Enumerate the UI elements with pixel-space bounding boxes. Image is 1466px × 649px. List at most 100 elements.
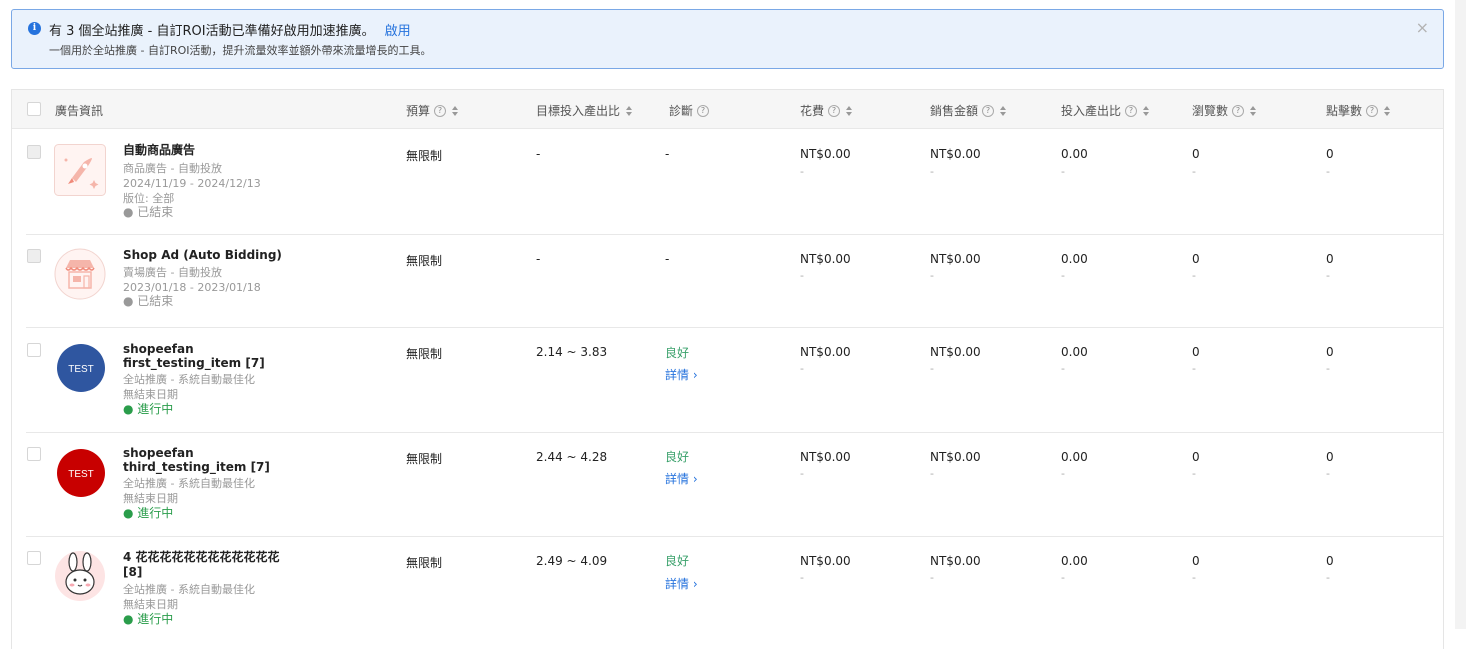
header-spend[interactable]: 花費? xyxy=(800,102,853,119)
clicks-change: - xyxy=(1326,571,1330,584)
header-roas[interactable]: 投入產出比? xyxy=(1061,102,1150,119)
sales-value: NT$0.00 xyxy=(930,554,981,568)
ad-date: 無結束日期 xyxy=(123,492,178,505)
details-link[interactable]: 詳情 › xyxy=(665,366,698,383)
views-value: 0 xyxy=(1192,450,1200,464)
sort-icon[interactable] xyxy=(1143,105,1150,116)
spend-change: - xyxy=(800,362,804,375)
test-thumbnail-label: TEST xyxy=(68,469,94,480)
enable-link[interactable]: 啟用 xyxy=(385,24,411,39)
help-icon[interactable]: ? xyxy=(1232,104,1245,117)
ad-date: 無結束日期 xyxy=(123,598,178,611)
budget-value: 無限制 xyxy=(406,556,443,570)
views-change: - xyxy=(1192,269,1196,282)
help-icon[interactable]: ? xyxy=(828,104,841,117)
help-icon[interactable]: ? xyxy=(982,104,995,117)
ad-type: 賣場廣告 - 自動投放 xyxy=(123,266,222,279)
table-row[interactable]: 自動商品廣告 商品廣告 - 自動投放 2024/11/19 - 2024/12/… xyxy=(26,129,1443,235)
spend-value: NT$0.00 xyxy=(800,450,851,464)
header-sales[interactable]: 銷售金額? xyxy=(930,102,1007,119)
target-roas-value: 2.49 ~ 4.09 xyxy=(536,554,608,568)
clicks-value: 0 xyxy=(1326,147,1334,161)
table-row[interactable]: TEST shopeefan first_testing_item [7] 全站… xyxy=(26,328,1443,433)
roi-promo-banner: i 有 3 個全站推廣 - 自訂ROI活動已準備好啟用加速推廣。 啟用 一個用於全… xyxy=(11,9,1444,69)
roas-change: - xyxy=(1061,362,1065,375)
header-budget[interactable]: 預算? xyxy=(406,102,459,119)
sort-icon[interactable] xyxy=(626,105,633,116)
help-icon[interactable]: ? xyxy=(1366,104,1379,117)
header-clicks[interactable]: 點擊數? xyxy=(1326,102,1391,119)
roas-change: - xyxy=(1061,165,1065,178)
sales-value: NT$0.00 xyxy=(930,252,981,266)
views-change: - xyxy=(1192,571,1196,584)
sort-icon[interactable] xyxy=(1384,105,1391,116)
target-roas-value: - xyxy=(536,147,541,161)
clicks-value: 0 xyxy=(1326,554,1334,568)
header-target-roas[interactable]: 目標投入產出比 xyxy=(536,102,633,119)
spend-change: - xyxy=(800,269,804,282)
banner-subtitle: 一個用於全站推廣 - 自訂ROI活動，提升流量效率並額外帶來流量增長的工具。 xyxy=(49,44,432,57)
row-checkbox[interactable] xyxy=(27,145,41,159)
help-icon[interactable]: ? xyxy=(1125,104,1138,117)
sort-icon[interactable] xyxy=(1000,105,1007,116)
header-views[interactable]: 瀏覽數? xyxy=(1192,102,1257,119)
header-diagnosis: 診斷? xyxy=(669,102,710,119)
clicks-change: - xyxy=(1326,362,1330,375)
banner-title: 有 3 個全站推廣 - 自訂ROI活動已準備好啟用加速推廣。 xyxy=(49,24,375,39)
status-badge: ● 進行中 xyxy=(123,402,174,416)
target-roas-value: 2.14 ~ 3.83 xyxy=(536,345,608,359)
budget-value: 無限制 xyxy=(406,149,443,163)
clicks-change: - xyxy=(1326,269,1330,282)
help-icon[interactable]: ? xyxy=(697,104,710,117)
close-icon[interactable]: × xyxy=(1416,18,1429,37)
table-row[interactable]: 4 花花花花花花花花花花花花 [8] 全站推廣 - 系統自動最佳化 無結束日期 … xyxy=(26,537,1443,637)
row-checkbox[interactable] xyxy=(27,249,41,263)
sort-icon[interactable] xyxy=(1250,105,1257,116)
details-link[interactable]: 詳情 › xyxy=(665,470,698,487)
sales-value: NT$0.00 xyxy=(930,147,981,161)
views-value: 0 xyxy=(1192,554,1200,568)
row-checkbox[interactable] xyxy=(27,551,41,565)
ad-name-line2[interactable]: [8] xyxy=(123,565,142,579)
test-thumbnail-icon: TEST xyxy=(56,448,106,498)
details-link[interactable]: 詳情 › xyxy=(665,575,698,592)
select-all-checkbox[interactable] xyxy=(27,102,41,116)
ad-name-line1[interactable]: shopeefan xyxy=(123,446,194,460)
bunny-thumbnail-icon xyxy=(54,550,106,602)
sort-icon[interactable] xyxy=(452,105,459,116)
clicks-change: - xyxy=(1326,165,1330,178)
ad-name-line2[interactable]: third_testing_item [7] xyxy=(123,460,270,474)
roas-value: 0.00 xyxy=(1061,450,1088,464)
ads-table: 廣告資訊 預算? 目標投入產出比 診斷? 花費? 銷售金額? 投入產出比? 瀏覽… xyxy=(11,89,1444,649)
ad-name[interactable]: 自動商品廣告 xyxy=(123,143,195,157)
sort-icon[interactable] xyxy=(846,105,853,116)
ad-name-line2[interactable]: first_testing_item [7] xyxy=(123,356,265,370)
diagnosis-value: - xyxy=(665,147,670,161)
views-change: - xyxy=(1192,467,1196,480)
sales-value: NT$0.00 xyxy=(930,450,981,464)
clicks-value: 0 xyxy=(1326,252,1334,266)
spend-change: - xyxy=(800,467,804,480)
clicks-value: 0 xyxy=(1326,450,1334,464)
ad-name-line1[interactable]: shopeefan xyxy=(123,342,194,356)
roas-value: 0.00 xyxy=(1061,147,1088,161)
ad-name[interactable]: Shop Ad (Auto Bidding) xyxy=(123,248,282,262)
row-checkbox[interactable] xyxy=(27,343,41,357)
status-badge: ● 已結束 xyxy=(123,205,174,219)
diagnosis-good: 良好 xyxy=(665,554,690,568)
page-scrollbar[interactable] xyxy=(1455,0,1466,629)
rocket-thumbnail-icon xyxy=(54,144,106,196)
sales-change: - xyxy=(930,165,934,178)
target-roas-value: 2.44 ~ 4.28 xyxy=(536,450,608,464)
row-checkbox[interactable] xyxy=(27,447,41,461)
table-row[interactable]: Shop Ad (Auto Bidding) 賣場廣告 - 自動投放 2023/… xyxy=(26,235,1443,328)
clicks-change: - xyxy=(1326,467,1330,480)
roas-change: - xyxy=(1061,269,1065,282)
ad-type: 商品廣告 - 自動投放 xyxy=(123,162,222,175)
ad-type: 全站推廣 - 系統自動最佳化 xyxy=(123,373,255,386)
help-icon[interactable]: ? xyxy=(434,104,447,117)
test-thumbnail-icon: TEST xyxy=(56,343,106,393)
table-row[interactable]: TEST shopeefan third_testing_item [7] 全站… xyxy=(26,433,1443,537)
ad-name-line1[interactable]: 4 花花花花花花花花花花花花 xyxy=(123,550,280,564)
diagnosis-good: 良好 xyxy=(665,450,690,464)
